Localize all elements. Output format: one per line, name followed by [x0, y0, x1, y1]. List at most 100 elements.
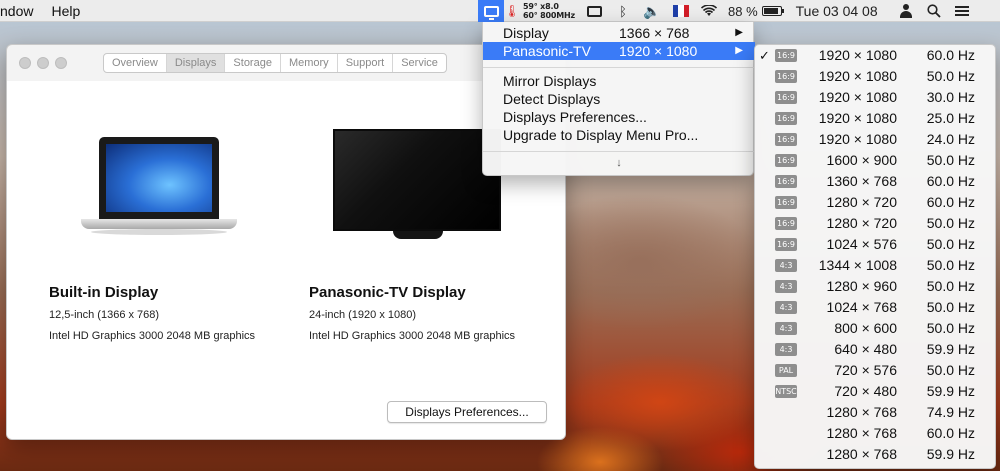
tab-service[interactable]: Service: [393, 54, 446, 72]
resolution-option[interactable]: 16:9 1280 × 720 60.0 Hz: [755, 192, 995, 213]
tab-storage[interactable]: Storage: [225, 54, 281, 72]
refresh-rate-value: 59.9 Hz: [926, 341, 975, 357]
resolution-value: 1024 × 768: [826, 299, 897, 315]
resolution-submenu: ✓ 16:9 1920 × 1080 60.0 Hz 16:9 1920 × 1080 50…: [754, 44, 996, 469]
tv-image: [333, 129, 503, 261]
resolution-option[interactable]: 4:3 640 × 480 59.9 Hz: [755, 339, 995, 360]
flag-icon[interactable]: [668, 0, 694, 22]
resolution-option[interactable]: 1280 × 768 60.0 Hz: [755, 423, 995, 444]
cpu-stats[interactable]: 59° x8.0 60° 800MHz: [520, 0, 578, 22]
aspect-ratio-badge: 16:9: [775, 133, 797, 146]
battery-status[interactable]: 88 %: [724, 0, 786, 22]
menu-separator: [483, 151, 755, 152]
resolution-value: 1360 × 768: [826, 173, 897, 189]
resolution-option[interactable]: 16:9 1920 × 1080 24.0 Hz: [755, 129, 995, 150]
resolution-option[interactable]: 4:3 1280 × 960 50.0 Hz: [755, 276, 995, 297]
menu-window[interactable]: ndow: [0, 0, 42, 22]
aspect-ratio-badge: 4:3: [775, 343, 797, 356]
menu-item-panasonic-tv[interactable]: Panasonic-TV 1920 × 1080 ▶: [483, 42, 755, 60]
aspect-ratio-badge: 16:9: [775, 70, 797, 83]
screen-mirror-icon[interactable]: [578, 0, 610, 22]
menu-item-preferences[interactable]: Displays Preferences...: [483, 108, 755, 126]
tab-memory[interactable]: Memory: [281, 54, 338, 72]
resolution-value: 800 × 600: [834, 320, 897, 336]
resolution-option[interactable]: 16:9 1280 × 720 50.0 Hz: [755, 213, 995, 234]
resolution-option[interactable]: 4:3 1344 × 1008 50.0 Hz: [755, 255, 995, 276]
resolution-option[interactable]: 16:9 1360 × 768 60.0 Hz: [755, 171, 995, 192]
refresh-rate-value: 50.0 Hz: [926, 278, 975, 294]
aspect-ratio-badge: 4:3: [775, 259, 797, 272]
tv-display-size: 24-inch (1920 x 1080): [309, 309, 417, 321]
resolution-option[interactable]: PAL 720 × 576 50.0 Hz: [755, 360, 995, 381]
refresh-rate-value: 60.0 Hz: [926, 47, 975, 63]
refresh-rate-value: 50.0 Hz: [926, 68, 975, 84]
menu-item-upgrade[interactable]: Upgrade to Display Menu Pro...: [483, 126, 755, 144]
resolution-option[interactable]: 16:9 1920 × 1080 30.0 Hz: [755, 87, 995, 108]
aspect-ratio-badge: 4:3: [775, 280, 797, 293]
menu-item-tv-label: Panasonic-TV: [503, 43, 591, 59]
close-button[interactable]: [19, 57, 31, 69]
refresh-rate-value: 50.0 Hz: [926, 215, 975, 231]
builtin-display-size: 12,5-inch (1366 x 768): [49, 309, 160, 321]
menu-separator: [483, 67, 755, 68]
zoom-button[interactable]: [55, 57, 67, 69]
resolution-option[interactable]: ✓ 16:9 1920 × 1080 60.0 Hz: [755, 45, 995, 66]
tv-display-name: Panasonic-TV Display: [309, 284, 466, 301]
aspect-ratio-badge: NTSC: [775, 385, 797, 398]
resolution-value: 1920 × 1080: [818, 131, 897, 147]
menu-item-display-label: Display: [503, 25, 549, 41]
refresh-rate-value: 30.0 Hz: [926, 89, 975, 105]
resolution-option[interactable]: 1280 × 768 59.9 Hz: [755, 444, 995, 465]
resolution-value: 1344 × 1008: [818, 257, 897, 273]
refresh-rate-value: 60.0 Hz: [926, 425, 975, 441]
resolution-option[interactable]: 4:3 1024 × 768 50.0 Hz: [755, 297, 995, 318]
tab-bar: Overview Displays Storage Memory Support…: [103, 53, 447, 73]
display-menu: Display 1366 × 768 ▶ Panasonic-TV 1920 ×…: [482, 22, 755, 176]
display-menu-icon[interactable]: [478, 0, 504, 22]
resolution-option[interactable]: 16:9 1920 × 1080 25.0 Hz: [755, 108, 995, 129]
clock[interactable]: Tue 03 04 08: [786, 0, 892, 22]
resolution-value: 720 × 576: [834, 362, 897, 378]
submenu-arrow-icon: ▶: [735, 27, 743, 38]
list-icon[interactable]: [948, 0, 976, 22]
user-icon[interactable]: [892, 0, 920, 22]
resolution-value: 640 × 480: [834, 341, 897, 357]
refresh-rate-value: 24.0 Hz: [926, 131, 975, 147]
laptop-image: [81, 137, 237, 257]
cpu-stats-line1: 59° x8.0: [523, 2, 559, 11]
aspect-ratio-badge: 16:9: [775, 175, 797, 188]
tab-overview[interactable]: Overview: [104, 54, 167, 72]
resolution-value: 1920 × 1080: [818, 89, 897, 105]
menu-help[interactable]: Help: [42, 0, 89, 22]
resolution-option[interactable]: 1280 × 768 74.9 Hz: [755, 402, 995, 423]
resolution-value: 1280 × 768: [826, 404, 897, 420]
search-icon[interactable]: [920, 0, 948, 22]
tab-support[interactable]: Support: [338, 54, 394, 72]
wifi-icon[interactable]: [694, 0, 724, 22]
menu-bar: ndow Help 🌡 59° x8.0 60° 800MHz ᛒ 🔈 88 %…: [0, 0, 1000, 22]
builtin-display-name: Built-in Display: [49, 284, 159, 301]
resolution-option[interactable]: NTSC 720 × 480 59.9 Hz: [755, 381, 995, 402]
cpu-stats-line2: 60° 800MHz: [523, 11, 575, 20]
resolution-option[interactable]: 16:9 1600 × 900 50.0 Hz: [755, 150, 995, 171]
aspect-ratio-badge: 16:9: [775, 49, 797, 62]
scroll-down-arrow-icon[interactable]: ↓: [483, 157, 755, 169]
menu-item-mirror[interactable]: Mirror Displays: [483, 72, 755, 90]
resolution-option[interactable]: 16:9 1920 × 1080 50.0 Hz: [755, 66, 995, 87]
minimize-button[interactable]: [37, 57, 49, 69]
displays-preferences-button[interactable]: Displays Preferences...: [387, 401, 547, 423]
resolution-option[interactable]: 4:3 800 × 600 50.0 Hz: [755, 318, 995, 339]
aspect-ratio-badge: 16:9: [775, 217, 797, 230]
thermometer-icon[interactable]: 🌡: [504, 0, 520, 22]
aspect-ratio-badge: 16:9: [775, 91, 797, 104]
aspect-ratio-badge: 16:9: [775, 238, 797, 251]
tab-displays[interactable]: Displays: [166, 54, 226, 72]
resolution-value: 1024 × 576: [826, 236, 897, 252]
menu-item-detect[interactable]: Detect Displays: [483, 90, 755, 108]
bluetooth-icon[interactable]: ᛒ: [610, 0, 636, 22]
resolution-value: 1920 × 1080: [818, 68, 897, 84]
menu-item-display-res: 1366 × 768: [619, 25, 690, 41]
volume-icon[interactable]: 🔈: [636, 0, 668, 22]
menu-item-display[interactable]: Display 1366 × 768 ▶: [483, 24, 755, 42]
resolution-option[interactable]: 16:9 1024 × 576 50.0 Hz: [755, 234, 995, 255]
